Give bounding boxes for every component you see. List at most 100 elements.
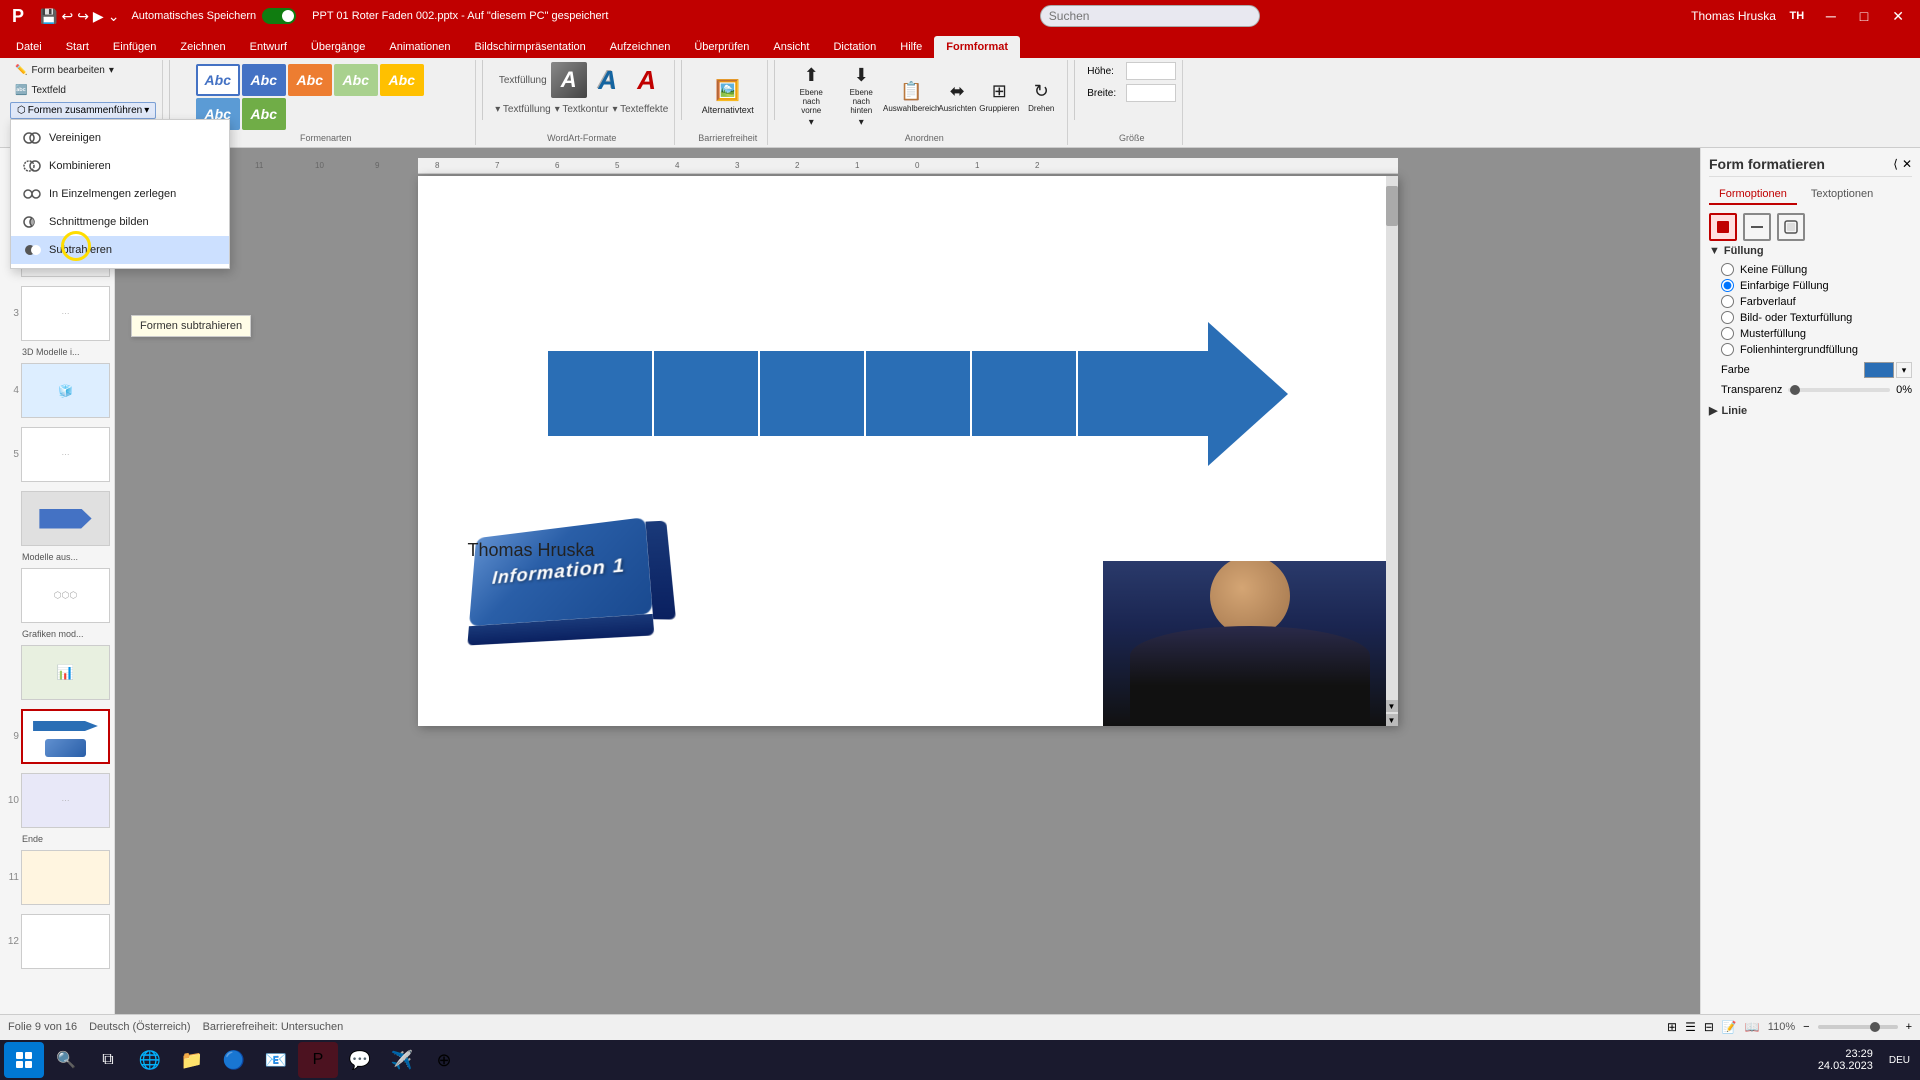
slide-thumb-6[interactable] [21,491,110,546]
chrome-btn[interactable]: 🔵 [214,1042,254,1078]
panel-collapse-button[interactable]: ⟨ [1893,157,1898,171]
fill-muster-radio[interactable] [1721,327,1734,340]
slide-thumb-11[interactable] [21,850,110,905]
task-view-btn[interactable]: ⧉ [88,1042,128,1078]
redo-button[interactable]: ↪ [77,8,89,25]
tab-dictation[interactable]: Dictation [821,36,888,58]
shape-style-2[interactable]: Abc [242,64,286,96]
wordart-btn-1[interactable]: A [551,62,587,98]
fill-section-header[interactable]: ▼ Füllung [1709,245,1912,257]
fill-farbverlauf-row[interactable]: Farbverlauf [1721,295,1912,308]
save-button[interactable]: 💾 [40,8,57,25]
tab-textoptionen[interactable]: Textoptionen [1801,185,1883,205]
fill-folie-radio[interactable] [1721,343,1734,356]
notes-btn[interactable]: 📝 [1722,1020,1737,1034]
slide-thumb-10[interactable]: ··· [21,773,110,828]
merge-schnittmenge[interactable]: Schnittmenge bilden [11,208,229,236]
close-button[interactable]: ✕ [1884,0,1912,32]
drehen-button[interactable]: ↻ Drehen [1021,78,1061,116]
arrow-shape[interactable] [548,321,1288,466]
tab-formoptionen[interactable]: Formoptionen [1709,185,1797,205]
undo-button[interactable]: ↩ [61,8,73,25]
slide-thumb-8[interactable]: 📊 [21,645,110,700]
shape-icon-fill[interactable] [1709,213,1737,241]
ebene-vor-button[interactable]: ⬆ Ebene nach vorne ▾ [787,62,835,131]
canvas-vscrollbar[interactable]: ▼ ▼ [1386,176,1398,726]
fill-farbverlauf-radio[interactable] [1721,295,1734,308]
merge-kombinieren[interactable]: Kombinieren [11,152,229,180]
ebene-hinter-button[interactable]: ⬇ Ebene nach hinten ▾ [837,62,885,131]
fill-bild-radio[interactable] [1721,311,1734,324]
merge-subtrahieren[interactable]: Subtrahieren [11,236,229,264]
reading-view-btn[interactable]: 📖 [1745,1020,1760,1034]
autosave-toggle[interactable] [262,8,296,24]
tab-aufzeichnen[interactable]: Aufzeichnen [598,36,683,58]
start-button[interactable] [4,1042,44,1078]
tab-ansicht[interactable]: Ansicht [761,36,821,58]
normal-view-btn[interactable]: ⊞ [1667,1020,1677,1034]
fill-bild-row[interactable]: Bild- oder Texturfüllung [1721,311,1912,324]
ausrichten-button[interactable]: ⬌ Ausrichten [937,78,977,116]
fill-einfarbig-radio[interactable] [1721,279,1734,292]
minimize-button[interactable]: ─ [1818,0,1844,32]
color-dropdown-btn[interactable]: ▾ [1896,362,1912,378]
shape-icon-line[interactable] [1743,213,1771,241]
tab-uebergaenge[interactable]: Übergänge [299,36,377,58]
fill-folie-row[interactable]: Folienhintergrundfüllung [1721,343,1912,356]
search-input[interactable] [1040,5,1260,27]
tab-datei[interactable]: Datei [4,36,54,58]
slide-sorter-btn[interactable]: ⊟ [1704,1020,1714,1034]
teams-btn[interactable]: 💬 [340,1042,380,1078]
tab-bildschirm[interactable]: Bildschirmpräsentation [463,36,598,58]
telegram-btn[interactable]: ✈️ [382,1042,422,1078]
slide-thumb-5[interactable]: ··· [21,427,110,482]
search-taskbar-btn[interactable]: 🔍 [46,1042,86,1078]
shape-style-7[interactable]: Abc [242,98,286,130]
textfeld-button[interactable]: 🔤 Textfeld [10,82,71,99]
slide-thumb-7[interactable]: ⬡⬡⬡ [21,568,110,623]
slide-thumb-3[interactable]: ··· [21,286,110,341]
gruppieren-button[interactable]: ⊞ Gruppieren [979,78,1019,116]
color-swatch[interactable] [1864,362,1894,378]
maximize-button[interactable]: □ [1852,0,1876,32]
slide-thumb-9[interactable] [21,709,110,764]
shape-style-4[interactable]: Abc [334,64,378,96]
line-section-header[interactable]: ▶ Linie [1709,404,1912,417]
vscroll-thumb[interactable] [1386,186,1398,226]
video-thumbnail[interactable] [1103,561,1398,726]
shape-style-5[interactable]: Abc [380,64,424,96]
wordart-btn-2[interactable]: A [590,62,626,98]
more-qa-button[interactable]: ⌄ [108,8,120,25]
edge-browser-btn[interactable]: 🌐 [130,1042,170,1078]
zoom-out-btn[interactable]: − [1803,1021,1809,1033]
tab-hilfe[interactable]: Hilfe [888,36,934,58]
fill-einfarbig-row[interactable]: Einfarbige Füllung [1721,279,1912,292]
tab-einfuegen[interactable]: Einfügen [101,36,168,58]
height-input[interactable] [1126,62,1176,80]
slide-canvas[interactable]: Information 1 Thomas Hruska ▼ ▼ [418,176,1398,726]
outline-view-btn[interactable]: ☰ [1685,1020,1696,1034]
tab-animationen[interactable]: Animationen [377,36,462,58]
presentation-button[interactable]: ▶ [93,8,104,25]
alternativtext-button[interactable]: 🖼️ Alternativtext [697,75,759,118]
form-bearbeiten-button[interactable]: ✏️ Form bearbeiten ▾ [10,62,119,79]
merge-vereinigen[interactable]: Vereinigen [11,124,229,152]
user-avatar[interactable]: TH [1784,3,1810,29]
merge-einzelmengen[interactable]: In Einzelmengen zerlegen [11,180,229,208]
fill-muster-row[interactable]: Musterfüllung [1721,327,1912,340]
more-taskbar-btn[interactable]: ⊕ [424,1042,464,1078]
vscroll-down[interactable]: ▼ [1386,700,1398,712]
vscroll-bottom[interactable]: ▼ [1386,714,1398,726]
shape-style-3[interactable]: Abc [288,64,332,96]
tab-ueberpruefen[interactable]: Überprüfen [682,36,761,58]
auswahlbereich-button[interactable]: 📋 Auswahlbereich [887,78,935,116]
slide-thumb-12[interactable] [21,914,110,969]
explorer-btn[interactable]: 📁 [172,1042,212,1078]
shapes-merge-button[interactable]: ⬡ Formen zusammenführen ▾ [10,102,156,119]
tab-zeichnen[interactable]: Zeichnen [168,36,237,58]
width-input[interactable] [1126,84,1176,102]
slide-thumb-4[interactable]: 🧊 [21,363,110,418]
powerpoint-btn[interactable]: P [298,1042,338,1078]
fill-keine-row[interactable]: Keine Füllung [1721,263,1912,276]
tab-entwurf[interactable]: Entwurf [238,36,299,58]
